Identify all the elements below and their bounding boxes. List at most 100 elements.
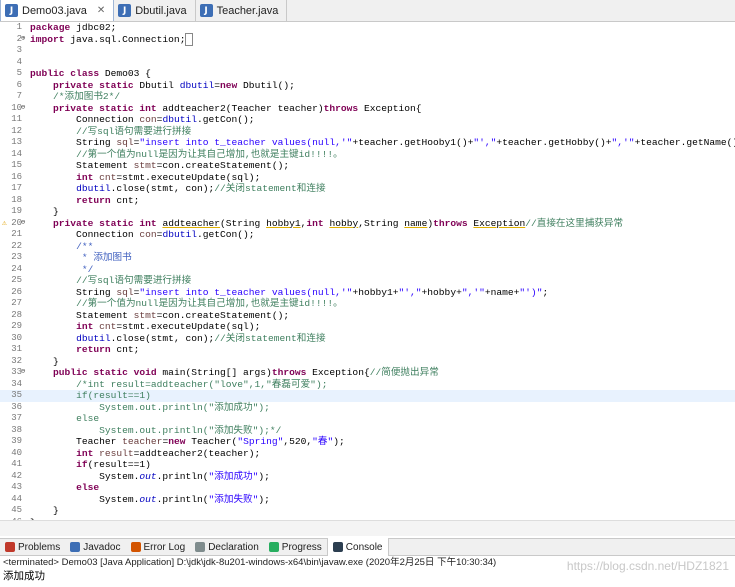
code-text: System.out.println("添加失败");: [30, 493, 270, 505]
view-tab-label: Problems: [18, 541, 61, 553]
code-line[interactable]: 25 //写sql语句需要进行拼接: [0, 275, 735, 287]
code-line[interactable]: 3: [0, 45, 735, 57]
fold-toggle-icon[interactable]: ⊖: [21, 103, 25, 115]
tab-declaration[interactable]: Declaration: [190, 538, 264, 556]
code-line[interactable]: 40 int result=addteacher2(teacher);: [0, 448, 735, 460]
fold-toggle-icon[interactable]: ⊕: [21, 34, 25, 46]
tab-demo03[interactable]: J Demo03.java ✕: [0, 0, 115, 21]
code-line[interactable]: 13 String sql="insert into t_teacher val…: [0, 137, 735, 149]
code-line[interactable]: 6 private static Dbutil dbutil=new Dbuti…: [0, 80, 735, 92]
code-text: public class Demo03 {: [30, 68, 151, 79]
tab-progress[interactable]: Progress: [264, 538, 327, 556]
code-line[interactable]: 15 Statement stmt=con.createStatement();: [0, 160, 735, 172]
tab-label: Demo03.java: [22, 4, 87, 17]
code-text: * 添加图书: [81, 252, 132, 263]
code-line[interactable]: 44 System.out.println("添加失败");: [0, 494, 735, 506]
code-line[interactable]: 7 /*添加图书2*/: [0, 91, 735, 103]
line-number: 26: [11, 286, 22, 297]
code-line[interactable]: 39 Teacher teacher=new Teacher("Spring",…: [0, 436, 735, 448]
line-number: 36: [11, 401, 22, 412]
code-line[interactable]: 1 package jdbc02;: [0, 22, 735, 34]
code-line[interactable]: 29 int cnt=stmt.executeUpdate(sql);: [0, 321, 735, 333]
code-line[interactable]: 16 int cnt=stmt.executeUpdate(sql);: [0, 172, 735, 184]
line-number: 31: [11, 344, 22, 354]
code-line[interactable]: 17 dbutil.close(stmt, con);//关闭statement…: [0, 183, 735, 195]
code-line[interactable]: 22 /**: [0, 241, 735, 253]
code-line[interactable]: 41 if(result==1): [0, 459, 735, 471]
code-line[interactable]: 45 }: [0, 505, 735, 517]
line-number: 14: [11, 148, 22, 159]
code-line[interactable]: 27 //第一个值为null是因为让其自己增加,也就是主键id!!!!。: [0, 298, 735, 310]
declaration-icon: [195, 542, 206, 552]
line-number: 30: [11, 332, 22, 343]
line-number: 45: [11, 505, 22, 515]
code-text: int cnt=stmt.executeUpdate(sql);: [76, 171, 261, 183]
code-text: System.out.println("添加成功");: [30, 470, 270, 482]
line-number: 13: [11, 137, 22, 147]
code-line[interactable]: 28 Statement stmt=con.createStatement();: [0, 310, 735, 322]
editor-tab-bar: J Demo03.java ✕ J Dbutil.java J Teacher.…: [0, 0, 735, 22]
code-line[interactable]: 30 dbutil.close(stmt, con);//关闭statement…: [0, 333, 735, 345]
line-number: 41: [11, 459, 22, 469]
java-file-icon: J: [199, 4, 213, 17]
code-editor[interactable]: 1 package jdbc02; 2 ⊕ import java.sql.Connec…: [0, 22, 735, 520]
view-tab-label: Console: [345, 541, 383, 553]
line-number: 40: [11, 447, 22, 458]
fold-toggle-icon[interactable]: ⊖: [21, 367, 25, 379]
code-line[interactable]: 37 else: [0, 413, 735, 425]
horizontal-scrollbar[interactable]: [0, 520, 735, 536]
code-line[interactable]: 4: [0, 57, 735, 69]
tab-problems[interactable]: Problems: [0, 538, 65, 556]
line-number: 19: [11, 206, 22, 216]
code-line[interactable]: 38 System.out.println("添加失败");*/: [0, 425, 735, 437]
line-number: 11: [11, 114, 22, 124]
code-text: return cnt;: [76, 344, 140, 355]
code-text: String sql="insert into t_teacher values…: [30, 286, 549, 298]
code-text: int cnt=stmt.executeUpdate(sql);: [76, 321, 261, 332]
code-line[interactable]: 19 }: [0, 206, 735, 218]
code-line[interactable]: 18 return cnt;: [0, 195, 735, 207]
tab-dbutil[interactable]: J Dbutil.java: [114, 0, 196, 21]
code-text: int result=addteacher2(teacher);: [76, 447, 261, 459]
fold-toggle-icon[interactable]: ⊖: [21, 218, 25, 230]
code-line[interactable]: 43 else: [0, 482, 735, 494]
code-text: /*int result=addteacher("love",1,"春磊可爱")…: [76, 378, 328, 390]
code-line[interactable]: 32 }: [0, 356, 735, 368]
code-line[interactable]: 36 System.out.println("添加成功");: [0, 402, 735, 414]
code-text: }: [30, 355, 59, 367]
code-line[interactable]: 14 //第一个值为null是因为让其自己增加,也就是主键id!!!!。: [0, 149, 735, 161]
code-text: Connection con=dbutil.getCon();: [30, 114, 255, 125]
tab-javadoc[interactable]: Javadoc: [65, 538, 125, 556]
tab-teacher[interactable]: J Teacher.java: [196, 0, 288, 21]
code-line[interactable]: 20 ⚠ ⊖ private static int addteacher(Strin…: [0, 218, 735, 230]
code-line[interactable]: 12 //写sql语句需要进行拼接: [0, 126, 735, 138]
tab-console[interactable]: Console: [326, 538, 389, 556]
line-number: 29: [11, 321, 22, 331]
code-line[interactable]: 31 return cnt;: [0, 344, 735, 356]
line-number: 10: [11, 102, 22, 113]
watermark: https://blog.csdn.net/HDZ1821: [566, 559, 729, 573]
line-number: 35: [11, 390, 22, 400]
code-line[interactable]: 5 public class Demo03 {: [0, 68, 735, 80]
code-line[interactable]: 21 Connection con=dbutil.getCon();: [0, 229, 735, 241]
warning-icon[interactable]: ⚠: [2, 218, 7, 230]
code-line[interactable]: 26 String sql="insert into t_teacher val…: [0, 287, 735, 299]
line-number: 17: [11, 183, 22, 193]
code-text: public static void main(String[] args)th…: [53, 367, 439, 378]
problems-icon: [5, 542, 15, 552]
code-line[interactable]: 24 */: [0, 264, 735, 276]
code-line[interactable]: 11 Connection con=dbutil.getCon();: [0, 114, 735, 126]
code-line[interactable]: 33 ⊖ public static void main(String[] arg…: [0, 367, 735, 379]
code-line[interactable]: 34 /*int result=addteacher("love",1,"春磊可…: [0, 379, 735, 391]
code-line[interactable]: 42 System.out.println("添加成功");: [0, 471, 735, 483]
code-text: /**: [76, 240, 94, 252]
line-number: 44: [11, 493, 22, 504]
code-line[interactable]: 2 ⊕ import java.sql.Connection;: [0, 32, 735, 46]
view-tab-label: Declaration: [208, 541, 259, 553]
code-line[interactable]: 23 * 添加图书: [0, 252, 735, 264]
close-icon[interactable]: ✕: [97, 5, 105, 16]
tab-error-log[interactable]: Error Log: [126, 538, 191, 556]
code-line[interactable]: 10 ⊖ private static int addteacher2(Teach…: [0, 103, 735, 115]
code-line[interactable]: 35 if(result==1): [0, 390, 735, 402]
code-text: else: [76, 482, 100, 493]
